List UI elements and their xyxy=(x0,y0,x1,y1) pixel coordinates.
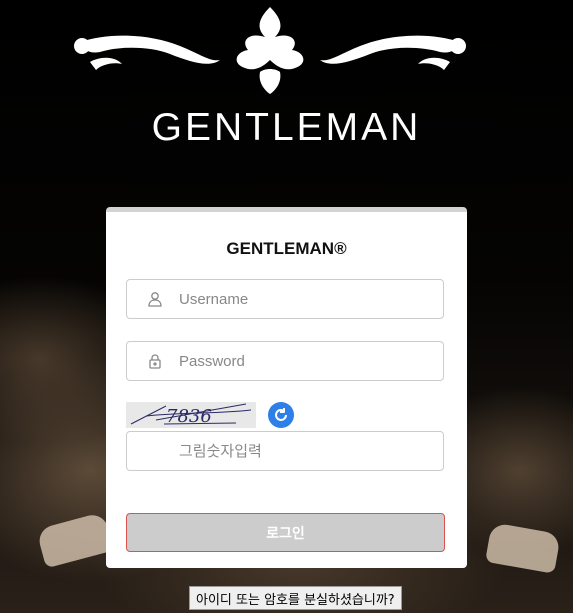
captcha-input[interactable] xyxy=(177,441,443,461)
captcha-field[interactable] xyxy=(126,431,444,471)
captcha-image: 7836 xyxy=(126,402,256,428)
login-card: GENTLEMAN® 7836 xyxy=(106,207,467,568)
username-input[interactable] xyxy=(177,289,443,309)
background-hand-right xyxy=(485,522,561,574)
login-title: GENTLEMAN® xyxy=(226,239,347,258)
password-input[interactable] xyxy=(177,351,443,371)
brand-logo-text: GENTLEMAN xyxy=(151,106,422,149)
password-field[interactable] xyxy=(126,341,444,381)
refresh-icon xyxy=(275,408,287,421)
logo-ornament xyxy=(74,7,466,94)
lock-icon xyxy=(147,352,165,370)
username-field[interactable] xyxy=(126,279,444,319)
forgot-credentials-button[interactable]: 아이디 또는 암호를 분실하셨습니까? xyxy=(189,586,402,610)
user-icon xyxy=(147,290,165,308)
login-button[interactable]: 로그인 xyxy=(126,513,445,552)
background-hand-left xyxy=(36,511,114,569)
refresh-captcha-button[interactable] xyxy=(268,402,294,428)
